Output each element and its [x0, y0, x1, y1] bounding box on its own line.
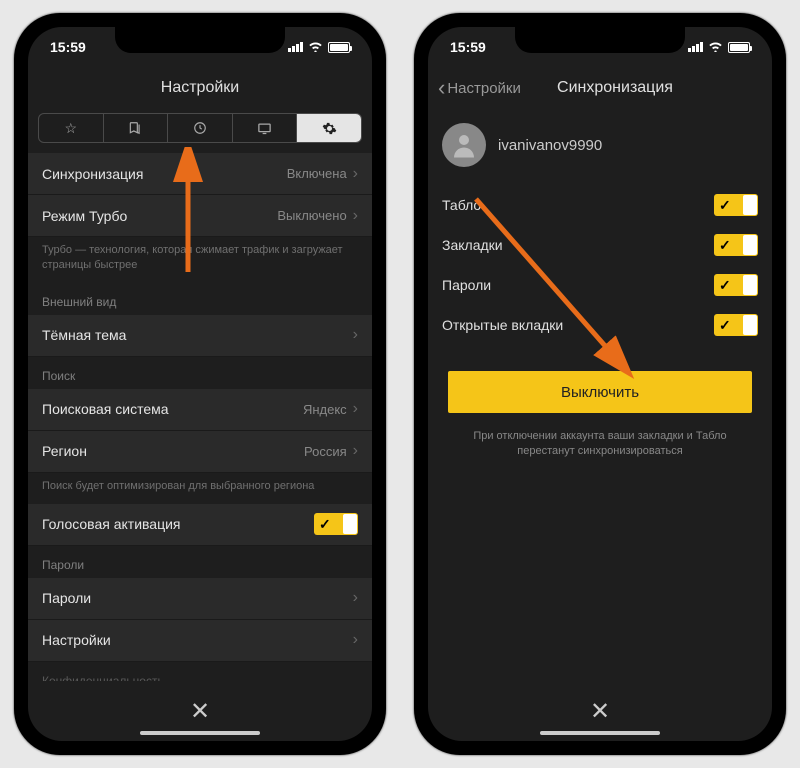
row-label: Синхронизация: [42, 166, 143, 182]
tab-devices[interactable]: [233, 114, 298, 142]
battery-icon: [728, 42, 750, 53]
status-time: 15:59: [50, 39, 86, 55]
hint-region: Поиск будет оптимизирован для выбранного…: [28, 473, 372, 504]
check-icon: ✓: [719, 197, 731, 214]
row-voice[interactable]: Голосовая активация ✓: [28, 504, 372, 546]
row-region[interactable]: Регион Россия›: [28, 431, 372, 473]
home-indicator: [140, 731, 260, 735]
username: ivanivanov9990: [498, 137, 602, 154]
close-icon: ✕: [190, 697, 210, 726]
sync-tabs: Открытые вкладки ✓: [428, 305, 772, 345]
status-time: 15:59: [450, 39, 486, 55]
notch: [115, 27, 285, 53]
avatar: [442, 123, 486, 167]
row-settings[interactable]: Настройки ›: [28, 620, 372, 662]
chevron-right-icon: ›: [353, 207, 358, 225]
chevron-right-icon: ›: [353, 631, 358, 649]
note: При отключении аккаунта ваши закладки и …: [428, 413, 772, 476]
toggle-voice[interactable]: ✓: [314, 513, 358, 535]
hint-turbo: Турбо — технология, которая сжимает траф…: [28, 237, 372, 283]
nav-header: ‹ Настройки Синхронизация: [428, 67, 772, 109]
row-label: Тёмная тема: [42, 327, 126, 343]
page-title: Синхронизация: [557, 79, 673, 97]
tab-bar: ☆: [38, 113, 362, 143]
battery-icon: [328, 42, 350, 53]
user-row[interactable]: ivanivanov9990: [428, 109, 772, 185]
toggle-passwords[interactable]: ✓: [714, 274, 758, 296]
row-sync[interactable]: Синхронизация Включена›: [28, 153, 372, 195]
chevron-right-icon: ›: [353, 589, 358, 607]
settings-list: Синхронизация Включена› Режим Турбо Выкл…: [28, 153, 372, 681]
notch: [515, 27, 685, 53]
signal-icon: [288, 42, 303, 52]
row-theme[interactable]: Тёмная тема ›: [28, 315, 372, 357]
chevron-right-icon: ›: [353, 442, 358, 460]
row-privacy: Конфиденциальность: [28, 662, 372, 681]
row-label: Пароли: [42, 590, 91, 606]
check-icon: ✓: [719, 317, 731, 334]
section-search: Поиск: [28, 357, 372, 389]
tab-bookmarks[interactable]: [104, 114, 169, 142]
signal-icon: [688, 42, 703, 52]
check-icon: ✓: [719, 237, 731, 254]
section-passwords: Пароли: [28, 546, 372, 578]
row-label: Поисковая система: [42, 401, 169, 417]
wifi-icon: [308, 40, 323, 55]
section-appearance: Внешний вид: [28, 283, 372, 315]
check-icon: ✓: [319, 516, 331, 533]
toggle-tabs[interactable]: ✓: [714, 314, 758, 336]
sync-content: ivanivanov9990 Табло ✓ Закладки ✓ Пароли…: [428, 109, 772, 681]
chevron-right-icon: ›: [353, 400, 358, 418]
disable-button[interactable]: Выключить: [448, 371, 752, 413]
row-label: Голосовая активация: [42, 516, 181, 532]
chevron-right-icon: ›: [353, 165, 358, 183]
page-title: Настройки: [161, 79, 239, 97]
sync-tablo: Табло ✓: [428, 185, 772, 225]
tab-settings[interactable]: [297, 114, 361, 142]
sync-passwords: Пароли ✓: [428, 265, 772, 305]
check-icon: ✓: [719, 277, 731, 294]
home-indicator: [540, 731, 660, 735]
close-icon: ✕: [590, 697, 610, 726]
toggle-tablo[interactable]: ✓: [714, 194, 758, 216]
row-passwords[interactable]: Пароли ›: [28, 578, 372, 620]
row-label: Регион: [42, 443, 87, 459]
sync-bookmarks: Закладки ✓: [428, 225, 772, 265]
phone-right: 15:59 ‹ Настройки Синхронизация ivaniv: [414, 13, 786, 755]
row-label: Режим Турбо: [42, 208, 127, 224]
toggle-bookmarks[interactable]: ✓: [714, 234, 758, 256]
phone-left: 15:59 Настройки ☆: [14, 13, 386, 755]
row-search-engine[interactable]: Поисковая система Яндекс›: [28, 389, 372, 431]
row-turbo[interactable]: Режим Турбо Выключено›: [28, 195, 372, 237]
nav-header: Настройки: [28, 67, 372, 109]
row-label: Настройки: [42, 632, 111, 648]
tab-favorites[interactable]: ☆: [39, 114, 104, 142]
chevron-right-icon: ›: [353, 326, 358, 344]
chevron-left-icon: ‹: [438, 75, 445, 101]
wifi-icon: [708, 40, 723, 55]
back-button[interactable]: ‹ Настройки: [438, 75, 521, 101]
tab-history[interactable]: [168, 114, 233, 142]
